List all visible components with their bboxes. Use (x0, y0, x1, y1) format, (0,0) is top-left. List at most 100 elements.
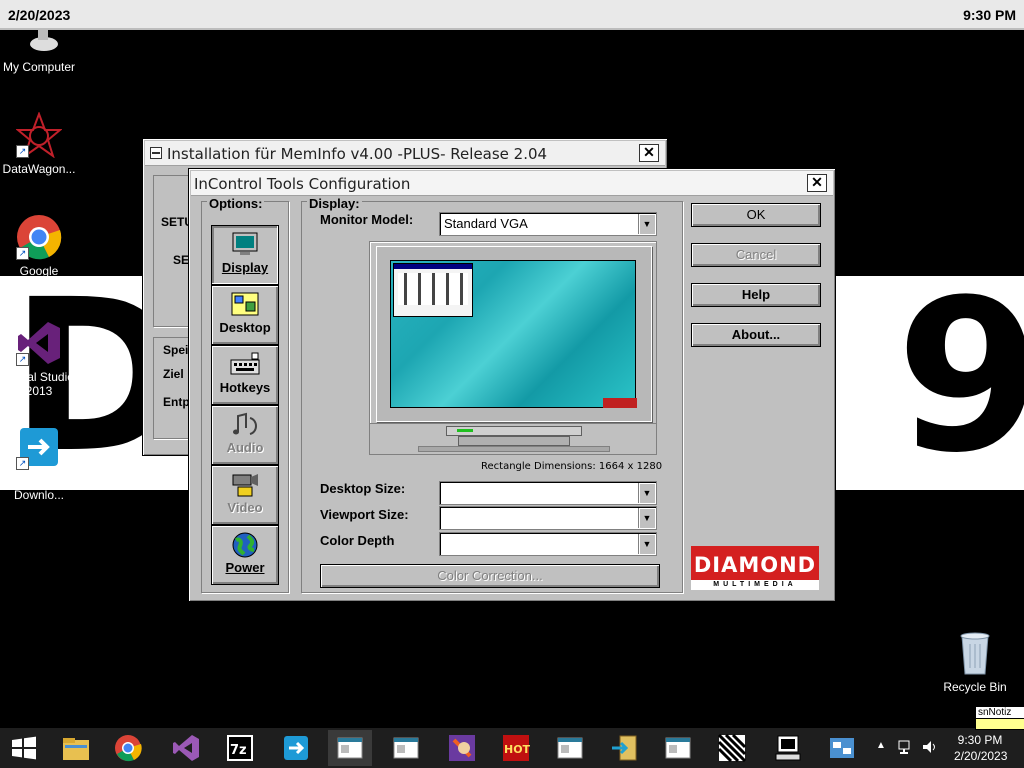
monitor-foot (458, 436, 570, 446)
chevron-down-icon[interactable]: ▼ (638, 483, 655, 503)
shortcut-arrow-icon: ↗ (16, 353, 29, 366)
desktop-icon-label: Visual Studio 2013 (4, 370, 74, 398)
desktop-icon-datawagon[interactable]: ↗ DataWagon... (1, 111, 77, 176)
option-audio-button[interactable]: Audio (211, 405, 279, 465)
taskbar-7zip[interactable]: 7z (218, 730, 262, 766)
top-clock-bar: 2/20/2023 9:30 PM (0, 0, 1024, 30)
meminfo-close-button[interactable]: ✕ (639, 144, 659, 162)
taskbar-window-app[interactable] (656, 730, 700, 766)
chevron-down-icon[interactable]: ▼ (638, 534, 655, 554)
display-label: Display: (307, 196, 362, 211)
option-desktop-button[interactable]: Desktop (211, 285, 279, 345)
monitor-foot-plate (418, 446, 610, 452)
option-label: Power (225, 560, 265, 575)
diamond-logo: DIAMOND MULTIMEDIA (691, 546, 819, 590)
desktop-icon-label: My Computer (2, 60, 76, 74)
desktop-icon-free-download[interactable]: ↗ Free Downlo... (1, 424, 77, 502)
7zip-icon: 7z (227, 735, 253, 761)
svg-text:HOT: HOT (504, 743, 530, 756)
monitor-model-value: Standard VGA (444, 216, 528, 231)
top-date: 2/20/2023 (8, 7, 71, 23)
option-label: Desktop (219, 320, 271, 335)
taskbar-hand-app[interactable] (440, 730, 484, 766)
chrome-icon: ↗ (16, 214, 62, 260)
taskbar-chrome[interactable] (106, 730, 150, 766)
meminfo-titlebar[interactable]: Installation für MemInfo v4.00 -PLUS- Re… (145, 141, 665, 166)
desktop-icon-my-computer[interactable]: My Computer (1, 30, 77, 74)
desktop-icon-recycle-bin[interactable]: Recycle Bin (937, 630, 1013, 694)
option-video-button[interactable]: Video (211, 465, 279, 525)
taskbar-file-explorer[interactable] (54, 730, 98, 766)
taskbar-checker-app[interactable] (710, 730, 754, 766)
network-icon (830, 738, 854, 758)
shortcut-arrow-icon: ↗ (16, 457, 29, 470)
taskbar-hot-app[interactable]: HOT (494, 730, 538, 766)
taskbar-computer-app[interactable] (766, 730, 810, 766)
meminfo-label: Entp (163, 395, 190, 409)
desktop-icon-chrome[interactable]: ↗ Google Chrome (1, 214, 77, 292)
monitor-screen (390, 260, 637, 408)
option-power-button[interactable]: Power (211, 525, 279, 585)
help-label: Help (741, 287, 771, 302)
config-title: InControl Tools Configuration (194, 175, 411, 193)
taskbar-window-app[interactable] (328, 730, 372, 766)
config-close-button[interactable]: ✕ (807, 174, 827, 192)
diamond-logo-subtext: MULTIMEDIA (713, 581, 797, 588)
config-titlebar[interactable]: InControl Tools Configuration ✕ (191, 171, 833, 196)
snnotiz-widget[interactable]: snNotiz (975, 706, 1024, 730)
options-label: Options: (207, 196, 265, 211)
desktop-icon-visual-studio[interactable]: ↗ Visual Studio 2013 (1, 320, 77, 398)
desktop-icon-label: Free Downlo... (13, 474, 65, 502)
help-button[interactable]: Help (691, 283, 821, 307)
recycle-bin-icon (952, 630, 998, 676)
download-manager-icon (284, 736, 308, 760)
network-status-icon[interactable] (898, 739, 914, 755)
snnotiz-label: snNotiz (976, 707, 1024, 719)
taskbar-window-app[interactable] (384, 730, 428, 766)
monitor-preview (369, 241, 657, 425)
config-dialog[interactable]: InControl Tools Configuration ✕ Options:… (188, 168, 836, 602)
chevron-down-icon[interactable]: ▼ (638, 508, 655, 528)
taskbar: 7z HOT ▲ 9:30 PM 2/20/2023 (0, 728, 1024, 768)
music-note-icon (230, 412, 260, 438)
diamond-logo-text: DIAMOND (693, 553, 817, 577)
keyboard-icon (230, 352, 260, 378)
about-button[interactable]: About... (691, 323, 821, 347)
ok-label: OK (746, 207, 766, 222)
taskbar-download-manager[interactable] (274, 730, 318, 766)
chevron-down-icon[interactable]: ▼ (638, 214, 655, 234)
option-label: Display (221, 260, 269, 275)
cancel-button[interactable]: Cancel (691, 243, 821, 267)
tray-chevron-up-icon[interactable]: ▲ (876, 740, 886, 751)
taskbar-clock-time[interactable]: 9:30 PM (954, 733, 1006, 747)
monitor-model-select[interactable]: Standard VGA ▼ (439, 212, 657, 236)
color-correction-label: Color Correction... (437, 568, 543, 583)
taskbar-clock-date[interactable]: 2/20/2023 (954, 749, 1007, 763)
meminfo-title: Installation für MemInfo v4.00 -PLUS- Re… (167, 145, 548, 163)
option-hotkeys-button[interactable]: Hotkeys (211, 345, 279, 405)
ok-button[interactable]: OK (691, 203, 821, 227)
viewport-size-select[interactable]: ▼ (439, 506, 657, 530)
taskbar-visual-studio[interactable] (164, 730, 208, 766)
option-display-button[interactable]: Display (211, 225, 279, 285)
option-label: Video (227, 500, 263, 515)
desktop-icon-label: Google Chrome (17, 264, 61, 292)
visual-studio-icon: ↗ (16, 320, 62, 366)
taskbar-window-app[interactable] (548, 730, 592, 766)
start-button[interactable] (2, 730, 46, 766)
system-menu-icon[interactable] (150, 147, 162, 159)
hand-icon (449, 735, 475, 761)
monitor-icon (230, 232, 260, 258)
globe-icon (230, 532, 260, 558)
taskbar-exit-app[interactable] (602, 730, 646, 766)
color-correction-button[interactable]: Color Correction... (320, 564, 660, 588)
volume-icon[interactable] (922, 739, 938, 755)
diamond-mini-logo (603, 398, 637, 408)
rectangle-dimensions: Rectangle Dimensions: 1664 x 1280 (481, 461, 663, 472)
taskbar-network-app[interactable] (820, 730, 864, 766)
window-icon (665, 737, 691, 759)
color-depth-label: Color Depth (320, 533, 395, 548)
preview-window (393, 263, 473, 317)
desktop-size-select[interactable]: ▼ (439, 481, 657, 505)
color-depth-select[interactable]: ▼ (439, 532, 657, 556)
